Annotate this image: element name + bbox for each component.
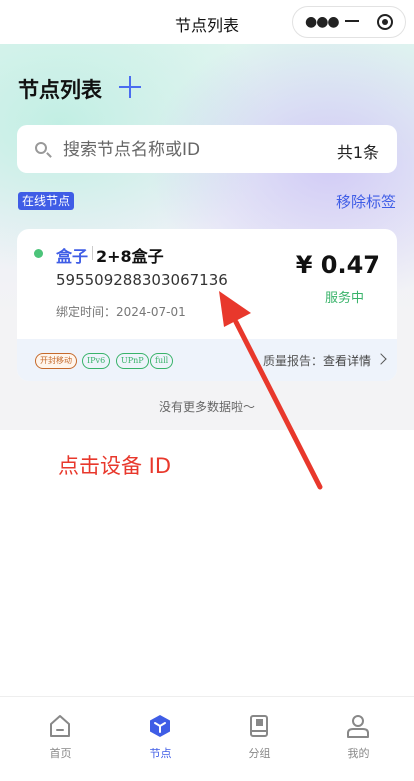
ipv6-tag: IPv6 (82, 353, 111, 369)
result-count: 共1条 (336, 143, 379, 162)
more-icon[interactable]: ●●● (305, 14, 340, 30)
quality-report: 质量报告：查看详情 (263, 352, 371, 369)
tab-home-label: 首页 (49, 747, 72, 760)
node-cube-icon (150, 715, 170, 737)
mini-program-capsule: ●●● (292, 6, 406, 38)
tab-groups[interactable]: 分组 (208, 697, 311, 767)
search-bar[interactable]: 共1条 (17, 125, 397, 173)
home-icon (50, 715, 70, 737)
device-id[interactable]: 595509288303067136 (56, 271, 228, 289)
quality-report-label: 质量报告： (262, 354, 323, 368)
tab-home[interactable]: 首页 (9, 697, 112, 767)
online-status-dot (34, 249, 43, 258)
view-details-link[interactable]: 查看详情 (323, 354, 371, 368)
card-footer: 开封移动 IPv6 UPnP full 质量报告：查看详情 (17, 339, 397, 381)
remove-tag-button[interactable]: 移除标签 (336, 191, 396, 212)
page-title: 节点列表 (18, 78, 102, 102)
tab-nodes-label: 节点 (149, 747, 172, 760)
node-card[interactable]: 盒子 2+8盒子 595509288303067136 绑定时间：2024-07… (17, 229, 397, 381)
minimize-icon[interactable] (345, 20, 359, 22)
annotation-text: 点击设备 ID (58, 454, 172, 478)
tab-nodes[interactable]: 节点 (109, 697, 212, 767)
online-nodes-tag[interactable]: 在线节点 (18, 192, 75, 210)
search-icon (35, 142, 47, 154)
divider (92, 246, 93, 260)
bottom-tab-bar: 首页 节点 分组 我的 (0, 696, 414, 781)
close-target-icon[interactable] (377, 14, 393, 30)
isp-tag: 开封移动 (35, 353, 77, 369)
service-status: 服务中 (324, 291, 364, 306)
user-icon (347, 715, 369, 738)
node-price: ¥ 0.47 (295, 251, 380, 279)
chevron-right-icon[interactable] (375, 353, 387, 365)
node-name: 盒子 (56, 247, 89, 266)
nat-type-tag: full (150, 353, 174, 369)
tab-groups-label: 分组 (248, 747, 271, 760)
group-book-icon (250, 715, 268, 737)
tab-mine-label: 我的 (347, 747, 370, 760)
list-end-text: 没有更多数据啦～ (158, 400, 255, 414)
node-type: 2+8盒子 (96, 247, 164, 266)
upnp-tag: UPnP (116, 353, 149, 369)
search-input[interactable] (61, 137, 325, 163)
add-node-icon[interactable] (119, 76, 141, 98)
tab-mine[interactable]: 我的 (307, 697, 410, 767)
top-bar: 节点列表 ●●● (0, 0, 414, 44)
bind-time: 绑定时间：2024-07-01 (56, 305, 186, 319)
